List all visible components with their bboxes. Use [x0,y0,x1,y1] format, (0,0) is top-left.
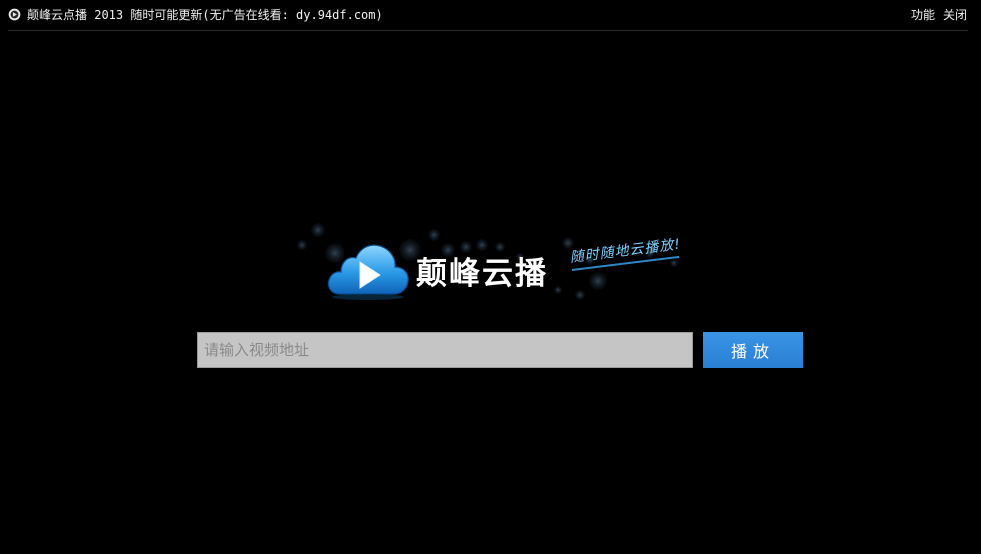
title-divider [8,30,968,31]
window-title: 颠峰云点播 2013 随时可能更新(无广告在线看: dy.94df.com) [27,8,383,22]
brand-name: 颠峰云播 [416,256,548,292]
cloud-play-icon [327,244,409,300]
play-button[interactable]: 播放 [703,332,803,368]
features-menu[interactable]: 功能 [911,8,935,23]
close-button[interactable]: 关闭 [943,8,967,23]
app-logo-icon [8,8,21,21]
video-url-input[interactable] [197,332,693,368]
title-bar: 颠峰云点播 2013 随时可能更新(无广告在线看: dy.94df.com) 功… [0,0,981,31]
